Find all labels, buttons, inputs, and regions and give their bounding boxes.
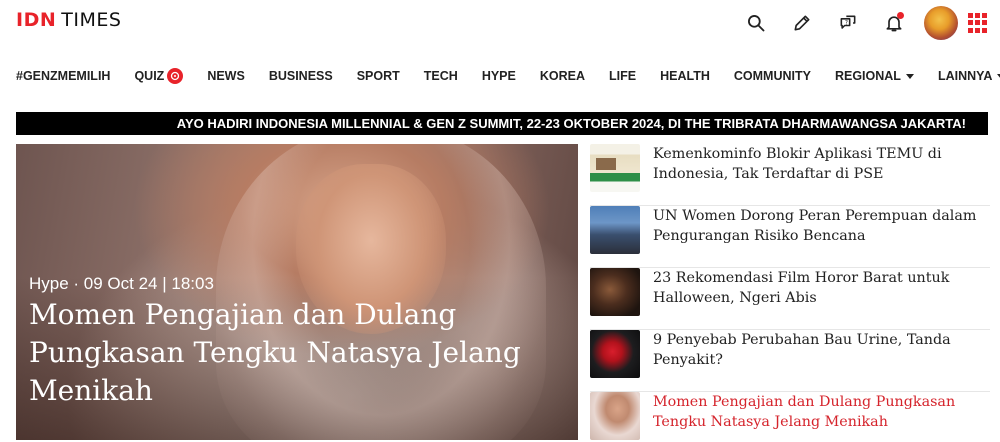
nav-label: LAINNYA	[937, 69, 993, 83]
article-thumbnail	[590, 144, 640, 192]
hero-article[interactable]: Hype · 09 Oct 24 | 18:03 Momen Pengajian…	[16, 144, 578, 440]
nav-label: NEWS	[207, 69, 245, 83]
main-nav: #GENZMEMILIH QUIZ NEWS BUSINESS SPORT TE…	[16, 66, 1000, 86]
nav-item-community[interactable]: COMMUNITY	[734, 69, 811, 83]
nav-item-quiz[interactable]: QUIZ	[134, 68, 184, 84]
nav-label: HYPE	[481, 69, 516, 83]
list-item[interactable]: Kemenkominfo Blokir Aplikasi TEMU di Ind…	[590, 144, 990, 206]
hero-meta: Hype · 09 Oct 24 | 18:03	[29, 274, 214, 293]
article-title: UN Women Dorong Peran Perempuan dalam Pe…	[653, 208, 977, 244]
article-title: Kemenkominfo Blokir Aplikasi TEMU di Ind…	[653, 146, 942, 182]
nav-label: HEALTH	[660, 69, 710, 83]
notification-dot	[897, 12, 904, 19]
caret-down-icon	[905, 73, 914, 79]
bell-icon[interactable]	[882, 11, 906, 35]
nav-item-life[interactable]: LIFE	[609, 69, 636, 83]
site-logo[interactable]: IDN TIMES	[16, 9, 121, 31]
user-avatar[interactable]	[924, 6, 958, 40]
article-list: Kemenkominfo Blokir Aplikasi TEMU di Ind…	[590, 144, 990, 442]
quiz-chat-icon[interactable]: ?	[836, 11, 860, 35]
article-title: 9 Penyebab Perubahan Bau Urine, Tanda Pe…	[653, 332, 951, 368]
nav-item-tech[interactable]: TECH	[424, 69, 458, 83]
nav-label: TECH	[423, 69, 458, 83]
nav-item-genzmemilih[interactable]: #GENZMEMILIH	[16, 69, 110, 83]
nav-label: #GENZMEMILIH	[16, 69, 111, 83]
list-item[interactable]: UN Women Dorong Peran Perempuan dalam Pe…	[590, 206, 990, 268]
nav-label: LIFE	[609, 69, 637, 83]
svg-text:?: ?	[845, 20, 848, 26]
logo-brand: IDN	[16, 9, 57, 31]
quiz-icon	[167, 68, 184, 84]
search-icon[interactable]	[744, 11, 768, 35]
nav-label: COMMUNITY	[733, 69, 811, 83]
nav-label: KOREA	[539, 69, 586, 83]
nav-item-lainnya[interactable]: LAINNYA	[938, 69, 1000, 83]
list-item[interactable]: 9 Penyebab Perubahan Bau Urine, Tanda Pe…	[590, 330, 990, 392]
nav-label: REGIONAL	[834, 69, 901, 83]
pencil-icon[interactable]	[790, 11, 814, 35]
article-title: 23 Rekomendasi Film Horor Barat untuk Ha…	[653, 270, 950, 306]
hero-title: Momen Pengajian dan Dulang Pungkasan Ten…	[29, 298, 521, 407]
logo-suffix: TIMES	[61, 9, 122, 31]
article-thumbnail	[590, 206, 640, 254]
header-actions: ?	[722, 6, 988, 40]
nav-item-sport[interactable]: SPORT	[357, 69, 400, 83]
nav-label: QUIZ	[134, 69, 165, 83]
list-item[interactable]: 23 Rekomendasi Film Horor Barat untuk Ha…	[590, 268, 990, 330]
apps-grid-icon[interactable]	[968, 13, 988, 33]
article-thumbnail	[590, 268, 640, 316]
article-title: Momen Pengajian dan Dulang Pungkasan Ten…	[653, 394, 956, 430]
nav-label: BUSINESS	[268, 69, 333, 83]
nav-label: SPORT	[356, 69, 400, 83]
list-item-active[interactable]: Momen Pengajian dan Dulang Pungkasan Ten…	[590, 392, 990, 442]
article-thumbnail	[590, 392, 640, 440]
nav-item-business[interactable]: BUSINESS	[269, 69, 333, 83]
promo-banner[interactable]: AYO HADIRI INDONESIA MILLENNIAL & GEN Z …	[16, 112, 988, 135]
nav-item-regional[interactable]: REGIONAL	[835, 69, 914, 83]
nav-item-korea[interactable]: KOREA	[540, 69, 585, 83]
top-bar: IDN TIMES ?	[0, 0, 1000, 44]
nav-item-health[interactable]: HEALTH	[660, 69, 710, 83]
nav-item-hype[interactable]: HYPE	[482, 69, 516, 83]
article-thumbnail	[590, 330, 640, 378]
nav-item-news[interactable]: NEWS	[207, 69, 245, 83]
